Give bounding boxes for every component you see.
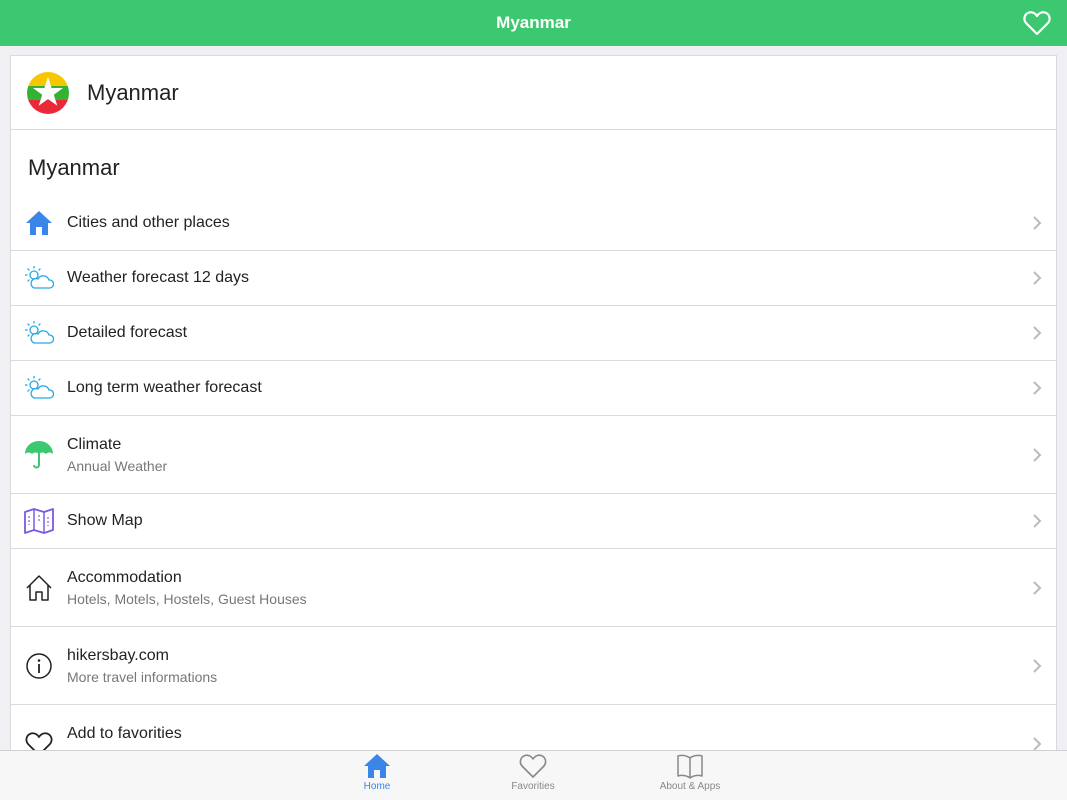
item-label: Weather forecast 12 days (67, 269, 250, 286)
list-item-show-map[interactable]: Show Map (11, 494, 1056, 549)
myanmar-flag-icon (27, 71, 69, 114)
weather-icon (23, 317, 55, 349)
tab-label: About & Apps (659, 781, 721, 792)
tab-about-apps[interactable]: About & Apps (640, 753, 740, 799)
content-card: Myanmar Myanmar Cities and other places … (10, 55, 1057, 755)
chevron-right-icon (1033, 381, 1042, 395)
item-label: Accommodation (67, 568, 182, 586)
item-label: Add to favorities (67, 724, 182, 742)
tab-favorites[interactable]: Favorities (483, 753, 583, 799)
heart-icon (519, 754, 547, 778)
item-label: Long term weather forecast (67, 379, 262, 396)
chevron-right-icon (1033, 514, 1042, 528)
chevron-right-icon (1033, 447, 1042, 462)
list-item-hikersbay[interactable]: hikersbay.com More travel informations (11, 627, 1056, 705)
tab-label: Favorities (511, 781, 555, 792)
item-subtitle: More travel informations (67, 668, 218, 685)
umbrella-icon (23, 439, 55, 471)
chevron-right-icon (1033, 271, 1042, 285)
item-label: Cities and other places (67, 214, 230, 231)
chevron-right-icon (1033, 216, 1042, 230)
tab-home[interactable]: Home (327, 753, 427, 799)
house-outline-icon (23, 572, 55, 604)
tab-bar: Home Favorities About & Apps (0, 750, 1067, 800)
country-name: Myanmar (87, 79, 179, 105)
section-title: Myanmar (28, 155, 120, 180)
chevron-right-icon (1033, 658, 1042, 673)
home-icon (23, 207, 55, 239)
favorite-heart-icon[interactable] (1022, 9, 1052, 37)
chevron-right-icon (1033, 580, 1042, 595)
item-subtitle: Hotels, Motels, Hostels, Guest Houses (67, 590, 307, 607)
weather-icon (23, 262, 55, 294)
chevron-right-icon (1033, 326, 1042, 340)
list-item-long-term-forecast[interactable]: Long term weather forecast (11, 361, 1056, 416)
country-header: Myanmar (11, 56, 1056, 130)
list-item-accommodation[interactable]: Accommodation Hotels, Motels, Hostels, G… (11, 549, 1056, 627)
info-icon (23, 650, 55, 682)
list-item-weather-12-days[interactable]: Weather forecast 12 days (11, 251, 1056, 306)
list-item-cities[interactable]: Cities and other places (11, 196, 1056, 251)
map-icon (23, 505, 55, 537)
list-item-climate[interactable]: Climate Annual Weather (11, 416, 1056, 494)
item-label: Show Map (67, 512, 143, 529)
item-label: Detailed forecast (67, 324, 188, 341)
home-icon (364, 754, 390, 778)
item-label: hikersbay.com (67, 646, 169, 664)
tab-label: Home (363, 781, 391, 792)
item-subtitle: Annual Weather (67, 457, 168, 474)
navigation-bar: Myanmar (0, 0, 1067, 46)
list-item-detailed-forecast[interactable]: Detailed forecast (11, 306, 1056, 361)
list-item-add-to-favorites[interactable]: Add to favorities Save for later (11, 705, 1056, 754)
nav-title: Myanmar (496, 13, 571, 32)
book-icon (677, 754, 703, 779)
item-label: Climate (67, 435, 122, 453)
weather-icon (23, 372, 55, 404)
